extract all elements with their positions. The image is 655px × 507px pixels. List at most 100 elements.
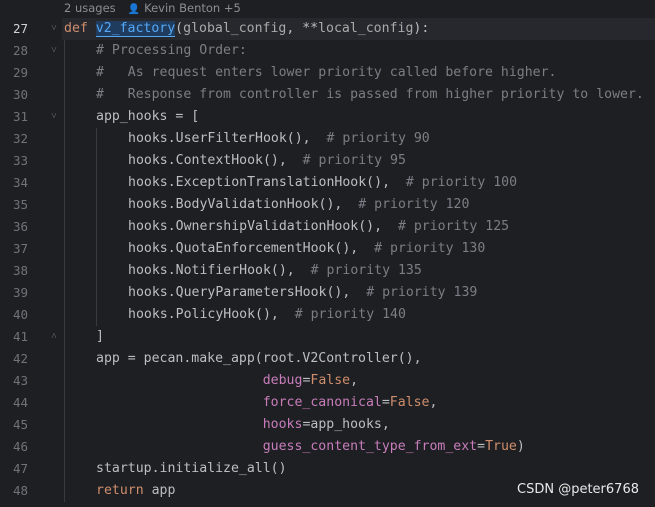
line-number[interactable]: 37: [0, 238, 28, 260]
code-token: local_config: [318, 21, 414, 36]
code-line[interactable]: app_hooks = [: [96, 106, 199, 128]
code-token: # priority 140: [294, 307, 406, 322]
line-number[interactable]: 28: [0, 40, 28, 62]
code-line[interactable]: # As request enters lower priority calle…: [96, 62, 557, 84]
code-token: hooks.QueryParametersHook(),: [128, 285, 367, 300]
code-line[interactable]: hooks.QueryParametersHook(), # priority …: [128, 282, 477, 304]
fold-toggle-icon[interactable]: ˅: [49, 40, 59, 62]
line-number[interactable]: 42: [0, 348, 28, 370]
line-number[interactable]: 45: [0, 414, 28, 436]
code-line[interactable]: # Response from controller is passed fro…: [96, 84, 644, 106]
line-number[interactable]: 36: [0, 216, 28, 238]
code-line[interactable]: return app: [96, 480, 175, 502]
code-token: # priority 125: [397, 219, 510, 234]
code-token: app: [151, 483, 176, 498]
line-number[interactable]: 41: [0, 326, 28, 348]
code-token: hooks.PolicyHook(),: [128, 307, 295, 322]
person-icon: 👤: [127, 4, 141, 15]
line-number[interactable]: 35: [0, 194, 28, 216]
inlay-hint[interactable]: 2 usages 👤 Kevin Benton +5: [64, 0, 241, 16]
code-token: global_config: [183, 21, 287, 36]
code-token: hooks.QuotaEnforcementHook(),: [128, 241, 375, 256]
line-number[interactable]: 29: [0, 62, 28, 84]
line-number[interactable]: 47: [0, 458, 28, 480]
code-line[interactable]: # Processing Order:: [96, 40, 247, 62]
code-token: return: [96, 483, 152, 498]
code-token: hooks.UserFilterHook(),: [128, 131, 327, 146]
code-line[interactable]: app = pecan.make_app(root.V2Controller()…: [96, 348, 422, 370]
code-token: ,: [350, 373, 359, 388]
code-line[interactable]: hooks.OwnershipValidationHook(), # prior…: [128, 216, 509, 238]
code-line[interactable]: hooks.QuotaEnforcementHook(), # priority…: [128, 238, 485, 260]
code-line[interactable]: hooks.ExceptionTranslationHook(), # prio…: [128, 172, 517, 194]
code-token: def: [64, 21, 96, 36]
code-token: startup.initialize_all(): [96, 461, 287, 476]
line-number-gutter[interactable]: 27 ˅ 28 ˅ 29 30 31 ˅ 32 33 34 35 36 37 38 39 40 41 ˄ 42 43 44…: [0, 0, 62, 507]
line-number[interactable]: 27: [0, 18, 28, 40]
line-number[interactable]: 34: [0, 172, 28, 194]
code-token: debug: [262, 373, 303, 388]
watermark: CSDN @peter6768: [517, 482, 639, 497]
code-token: hooks.ExceptionTranslationHook(),: [128, 175, 406, 190]
code-token: ): [516, 439, 525, 454]
code-token: # priority 90: [326, 131, 430, 146]
line-number[interactable]: 30: [0, 84, 28, 106]
line-number[interactable]: 31: [0, 106, 28, 128]
code-token: ):: [413, 21, 430, 36]
code-line[interactable]: hooks.BodyValidationHook(), # priority 1…: [128, 194, 469, 216]
code-token: # priority 120: [358, 197, 470, 212]
code-token: False: [389, 395, 430, 410]
line-number[interactable]: 48: [0, 480, 28, 502]
code-line[interactable]: debug=False,: [96, 370, 358, 392]
line-number[interactable]: 46: [0, 436, 28, 458]
code-line[interactable]: hooks.UserFilterHook(), # priority 90: [128, 128, 430, 150]
code-line[interactable]: guess_content_type_from_ext=True): [96, 436, 525, 458]
usages-hint[interactable]: 2 usages: [64, 1, 116, 15]
code-token: True: [485, 439, 517, 454]
code-line[interactable]: force_canonical=False,: [96, 392, 438, 414]
code-token: =app_hooks,: [302, 417, 390, 432]
line-number[interactable]: 43: [0, 370, 28, 392]
fold-end-icon[interactable]: ˄: [49, 326, 59, 348]
code-token: (: [175, 21, 184, 36]
indent-guide: [64, 40, 65, 502]
line-number[interactable]: 32: [0, 128, 28, 150]
code-token: hooks.BodyValidationHook(),: [128, 197, 359, 212]
line-number[interactable]: 44: [0, 392, 28, 414]
code-token: False: [310, 373, 351, 388]
line-number[interactable]: 39: [0, 282, 28, 304]
line-number[interactable]: 38: [0, 260, 28, 282]
code-token: # priority 95: [302, 153, 406, 168]
code-line[interactable]: ]: [96, 326, 104, 348]
code-line[interactable]: hooks.ContextHook(), # priority 95: [128, 150, 406, 172]
code-line[interactable]: hooks=app_hooks,: [96, 414, 390, 436]
author-hint[interactable]: Kevin Benton +5: [144, 1, 241, 15]
code-token: # priority 100: [405, 175, 518, 190]
code-token: v2_factory: [95, 21, 176, 37]
line-number[interactable]: 33: [0, 150, 28, 172]
code-token: , **: [286, 21, 319, 36]
line-number[interactable]: 40: [0, 304, 28, 326]
code-token: =: [381, 395, 390, 410]
code-token: ]: [96, 329, 104, 344]
code-line[interactable]: hooks.NotifierHook(), # priority 135: [128, 260, 422, 282]
code-token: force_canonical: [262, 395, 382, 410]
code-token: # Processing Order:: [96, 43, 247, 58]
code-line[interactable]: hooks.PolicyHook(), # priority 140: [128, 304, 406, 326]
code-token: app = pecan.make_app(root.V2Controller()…: [96, 351, 422, 366]
fold-toggle-icon[interactable]: ˅: [49, 106, 59, 128]
code-token: hooks.NotifierHook(),: [128, 263, 311, 278]
code-line[interactable]: startup.initialize_all(): [96, 458, 287, 480]
code-token: guess_content_type_from_ext: [262, 439, 478, 454]
code-token: =: [477, 439, 486, 454]
code-token: # As request enters lower priority calle…: [96, 65, 557, 80]
code-token: hooks.ContextHook(),: [128, 153, 303, 168]
fold-toggle-icon[interactable]: ˅: [49, 18, 59, 40]
code-line[interactable]: def v2_factory(global_config, **local_co…: [64, 18, 429, 40]
code-token: # priority 135: [310, 263, 422, 278]
code-editor[interactable]: 27 ˅ 28 ˅ 29 30 31 ˅ 32 33 34 35 36 37 38 39 40 41 ˄ 42 43 44…: [0, 0, 655, 507]
